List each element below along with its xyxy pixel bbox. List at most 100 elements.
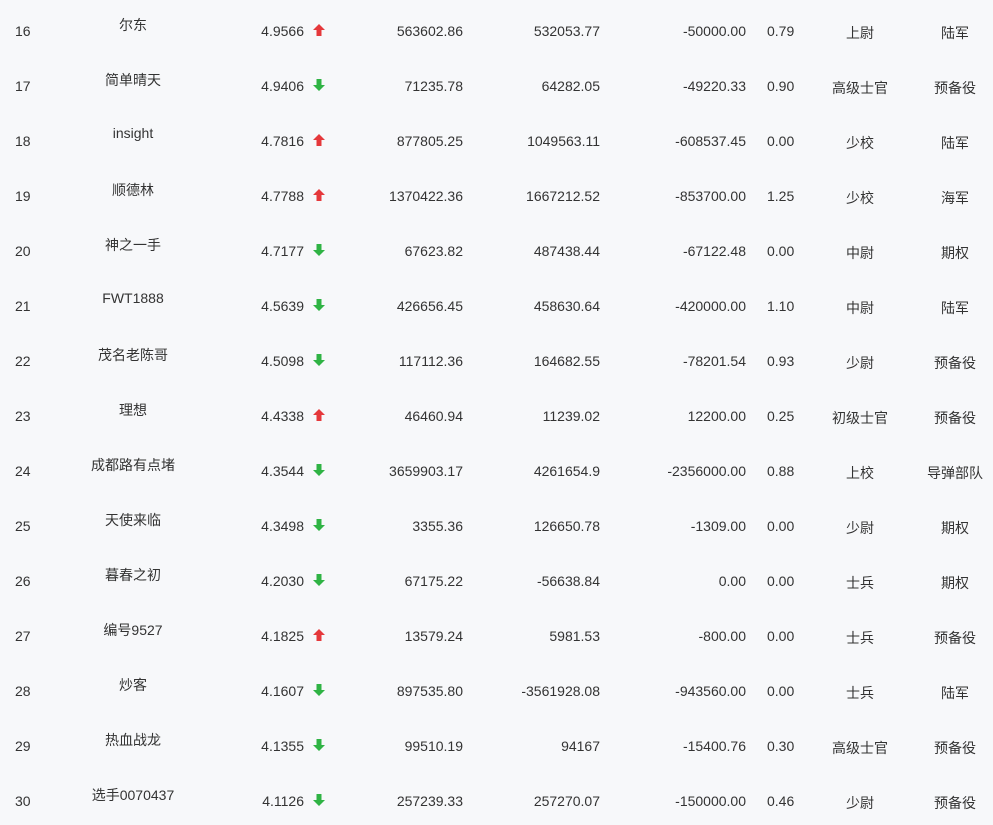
score-value: 4.3544 xyxy=(261,463,304,479)
rank-number: 19 xyxy=(15,188,31,204)
player-name[interactable]: 神之一手 xyxy=(73,235,193,255)
score-value: 4.1126 xyxy=(262,793,304,809)
rank-title: 少尉 xyxy=(846,520,874,536)
player-name[interactable]: 顺德林 xyxy=(73,180,193,200)
value-1: 1370422.36 xyxy=(389,188,463,204)
rank-number: 21 xyxy=(15,298,31,314)
player-name[interactable]: insight xyxy=(73,125,193,141)
arrow-down-icon xyxy=(312,463,328,479)
value-2: 94167 xyxy=(561,738,600,754)
player-name[interactable]: 成都路有点堵 xyxy=(73,455,193,475)
value-2: 487438.44 xyxy=(533,243,600,259)
rank-number: 23 xyxy=(15,408,31,424)
unit-name: 陆军 xyxy=(941,135,969,151)
rank-title: 少尉 xyxy=(846,355,874,371)
rank-title: 少尉 xyxy=(846,795,874,811)
value-1: 3659903.17 xyxy=(389,463,463,479)
score-value: 4.1355 xyxy=(261,738,304,754)
table-row: 23 理想 4.4338 46460.94 11239.02 12200.00 0.25 初级… xyxy=(0,385,993,440)
score-value: 4.4338 xyxy=(261,408,304,424)
unit-name: 预备役 xyxy=(934,630,976,646)
table-row: 25 天使来临 4.3498 3355.36 126650.78 -1309.00 0.00… xyxy=(0,495,993,550)
rank-title: 高级士官 xyxy=(832,740,888,756)
ratio-value: 0.93 xyxy=(767,353,795,369)
unit-name: 陆军 xyxy=(941,685,969,701)
player-name[interactable]: 茂名老陈哥 xyxy=(73,345,193,365)
score-value: 4.7816 xyxy=(261,133,304,149)
value-2: 5981.53 xyxy=(549,628,600,644)
score-value: 4.2030 xyxy=(261,573,304,589)
score-value: 4.5639 xyxy=(261,298,304,314)
ratio-value: 0.46 xyxy=(767,793,795,809)
player-name[interactable]: FWT1888 xyxy=(73,290,193,306)
score-value: 4.1607 xyxy=(261,683,304,699)
value-2: 458630.64 xyxy=(533,298,600,314)
value-3: -608537.45 xyxy=(675,133,746,149)
unit-name: 期权 xyxy=(941,245,969,261)
ratio-value: 0.00 xyxy=(767,573,795,589)
player-name[interactable]: 暮春之初 xyxy=(73,565,193,585)
table-row: 18 insight 4.7816 877805.25 1049563.11 -60853… xyxy=(0,110,993,165)
value-2: 257270.07 xyxy=(533,793,600,809)
score-value: 4.5098 xyxy=(261,353,304,369)
player-name[interactable]: 热血战龙 xyxy=(73,730,193,750)
arrow-up-icon xyxy=(312,23,328,39)
rank-title: 上尉 xyxy=(846,25,874,41)
value-1: 46460.94 xyxy=(404,408,463,424)
ratio-value: 1.25 xyxy=(767,188,795,204)
value-2: 532053.77 xyxy=(533,23,600,39)
player-name[interactable]: 简单晴天 xyxy=(73,70,193,90)
rank-title: 上校 xyxy=(846,465,874,481)
score-value: 4.3498 xyxy=(261,518,304,534)
player-name[interactable]: 天使来临 xyxy=(73,510,193,530)
ratio-value: 0.90 xyxy=(767,78,795,94)
unit-name: 陆军 xyxy=(941,25,969,41)
ratio-value: 0.00 xyxy=(767,133,795,149)
player-name[interactable]: 炒客 xyxy=(73,675,193,695)
table-row: 27 编号9527 4.1825 13579.24 5981.53 -800.00 0.00… xyxy=(0,605,993,660)
rank-title: 少校 xyxy=(846,135,874,151)
table-row: 28 炒客 4.1607 897535.80 -3561928.08 -943560.00… xyxy=(0,660,993,715)
value-2: 4261654.9 xyxy=(533,463,600,479)
value-2: -3561928.08 xyxy=(521,683,600,699)
unit-name: 预备役 xyxy=(934,410,976,426)
score-value: 4.9406 xyxy=(261,78,304,94)
value-1: 897535.80 xyxy=(396,683,463,699)
value-1: 877805.25 xyxy=(396,133,463,149)
ratio-value: 0.30 xyxy=(767,738,795,754)
table-row: 19 顺德林 4.7788 1370422.36 1667212.52 -853700.0… xyxy=(0,165,993,220)
ratio-value: 0.00 xyxy=(767,628,795,644)
arrow-down-icon xyxy=(312,738,328,754)
value-3: -800.00 xyxy=(698,628,746,644)
value-3: -78201.54 xyxy=(682,353,746,369)
value-3: -67122.48 xyxy=(682,243,746,259)
arrow-up-icon xyxy=(312,133,328,149)
value-2: 1049563.11 xyxy=(527,133,600,149)
value-2: 11239.02 xyxy=(542,408,600,424)
value-3: -853700.00 xyxy=(675,188,746,204)
player-name[interactable]: 编号9527 xyxy=(73,620,193,640)
value-1: 3355.36 xyxy=(412,518,463,534)
value-1: 71235.78 xyxy=(404,78,463,94)
value-1: 67175.22 xyxy=(404,573,463,589)
value-3: 0.00 xyxy=(718,573,746,589)
arrow-up-icon xyxy=(312,188,328,204)
value-2: 64282.05 xyxy=(541,78,600,94)
table-row: 29 热血战龙 4.1355 99510.19 94167 -15400.76 0.30 高级… xyxy=(0,715,993,770)
score-value: 4.9566 xyxy=(261,23,304,39)
table-row: 26 暮春之初 4.2030 67175.22 -56638.84 0.00 0.00 士兵 期… xyxy=(0,550,993,605)
unit-name: 预备役 xyxy=(934,80,976,96)
player-name[interactable]: 选手0070437 xyxy=(73,785,193,805)
value-1: 13579.24 xyxy=(404,628,463,644)
ratio-value: 1.10 xyxy=(767,298,795,314)
unit-name: 期权 xyxy=(941,575,969,591)
table-body: 16 尔东 4.9566 563602.86 532053.77 -50000.00 0.7… xyxy=(0,0,993,825)
player-name[interactable]: 理想 xyxy=(73,400,193,420)
rank-number: 27 xyxy=(15,628,31,644)
rank-number: 30 xyxy=(15,793,31,809)
value-3: -150000.00 xyxy=(675,793,746,809)
rank-title: 初级士官 xyxy=(832,410,888,426)
value-1: 67623.82 xyxy=(404,243,463,259)
arrow-up-icon xyxy=(312,628,328,644)
player-name[interactable]: 尔东 xyxy=(73,15,193,35)
